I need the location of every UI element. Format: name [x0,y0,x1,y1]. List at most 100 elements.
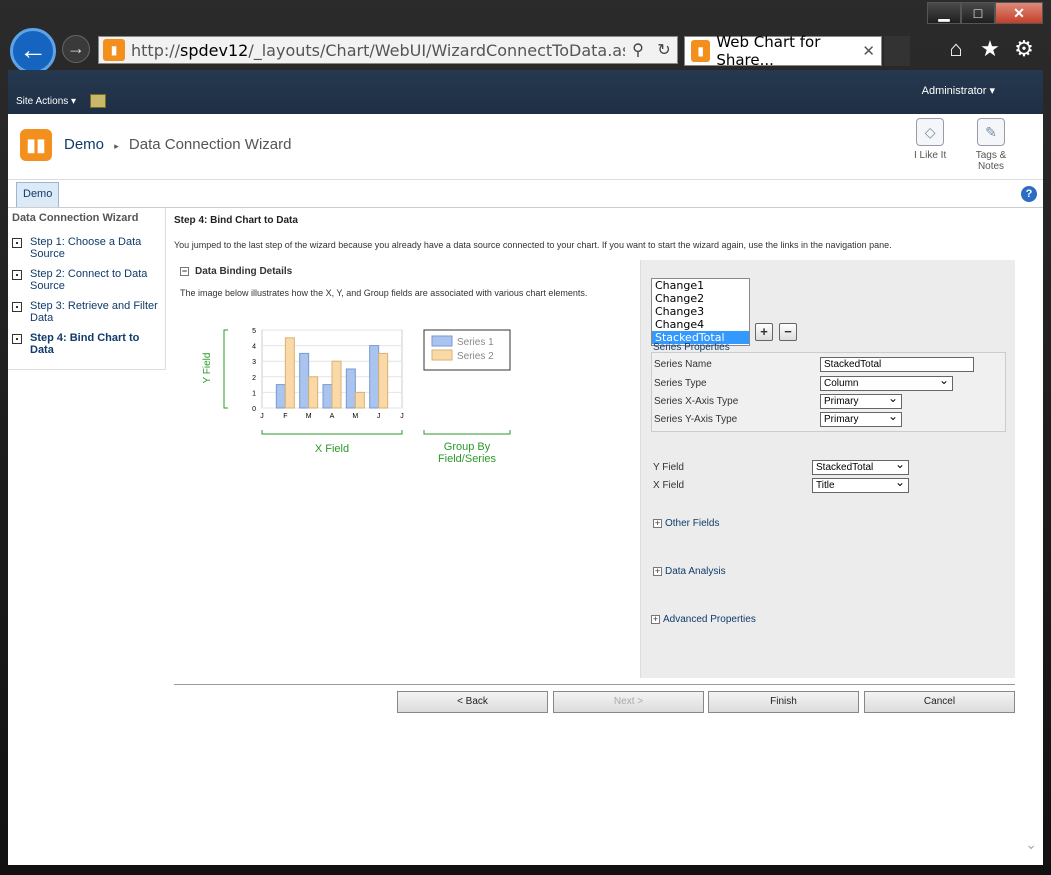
favorites-star-icon[interactable]: ★ [977,36,1003,62]
close-window-button[interactable]: ✕ [995,2,1043,24]
breadcrumb: Demo ▸ Data Connection Wizard [64,136,291,153]
browser-toolbar: ⌂ ★ ⚙ [943,36,1037,62]
nav-step-3-label: Step 3: Retrieve and Filter Data [30,300,158,324]
binding-details-panel: − Data Binding Details The image below i… [174,260,640,678]
xaxis-type-select[interactable]: Primary [820,391,902,409]
image-description: The image below illustrates how the X, Y… [180,288,588,298]
y-field-select-label: Y Field [653,462,684,473]
y-tick-label: 3 [252,359,256,366]
site-logo-icon[interactable]: ▮▮ [20,129,52,161]
series-list-item[interactable]: Change1 [652,279,749,292]
wizard-nav: Data Connection Wizard Step 1: Choose a … [8,208,166,370]
page-title: Data Connection Wizard [128,136,292,153]
wizard-nav-heading: Data Connection Wizard [12,212,139,224]
group-by-label-line2: Field/Series [438,453,497,465]
add-series-button[interactable]: + [755,323,773,341]
url-text[interactable]: http://spdev12/_layouts/Chart/WebUI/Wiza… [131,41,625,60]
maximize-button[interactable]: □ [961,2,995,24]
navigate-up-icon[interactable] [90,94,106,108]
y-tick-label: 5 [252,328,256,335]
nav-step-4-label: Step 4: Bind Chart to Data [30,332,140,356]
refresh-icon[interactable]: ↻ [651,40,677,60]
advanced-properties-expander[interactable]: + Advanced Properties [651,614,756,625]
y-tick-label: 2 [252,375,256,382]
bar-series1 [345,368,356,409]
site-actions-menu[interactable]: Site Actions ▾ [16,96,76,107]
y-tick-label: 1 [252,390,256,397]
browser-window: ▁ □ ✕ ← → ▮ http://spdev12/_layouts/Char… [0,0,1051,875]
tab-favicon-icon: ▮ [691,40,711,62]
tab-close-icon[interactable]: ✕ [862,42,875,60]
bar-series1 [369,345,380,409]
back-arrow-icon[interactable]: ← [10,28,56,74]
bullet-icon [12,334,22,344]
legend-series2-label: Series 2 [457,351,494,362]
x-tick-label: F [283,413,287,420]
x-field-select[interactable]: Title [812,475,909,493]
nav-step-1[interactable]: Step 1: Choose a Data Source [8,234,165,266]
series-list-item[interactable]: Change2 [652,292,749,305]
minimize-button[interactable]: ▁ [927,2,961,24]
like-label: I Like It [914,150,947,161]
user-menu[interactable]: Administrator ▾ [922,84,995,97]
yaxis-type-select[interactable]: Primary [820,409,902,427]
other-fields-label: Other Fields [665,518,720,529]
legend-swatch-series2 [431,349,453,361]
x-field-select-label: X Field [653,480,685,491]
series-type-select[interactable]: Column [820,373,953,391]
forward-arrow-icon[interactable]: → [62,35,90,63]
tab-title: Web Chart for Share... [716,33,821,69]
address-bar[interactable]: ▮ http://spdev12/_layouts/Chart/WebUI/Wi… [98,36,678,64]
search-icon[interactable]: ⚲ [625,40,651,60]
page-content: Site Actions ▾ Administrator ▾ ▮▮ Demo ▸… [8,70,1043,865]
series-list-item[interactable]: Change3 [652,305,749,318]
bar-series2 [284,337,295,409]
scroll-down-icon[interactable]: ⌄ [1025,836,1037,853]
series-properties-box: Series Name StackedTotal Series Type Col… [651,352,1006,432]
data-analysis-expander[interactable]: + Data Analysis [653,566,726,577]
x-field-label: X Field [315,443,349,455]
expand-icon: + [651,614,660,624]
like-tag-icon: ◇ [916,118,945,146]
back-button[interactable]: < Back [397,691,548,713]
next-button[interactable]: Next > [553,691,704,713]
wizard-main: Step 4: Bind Chart to Data You jumped to… [174,208,1015,828]
top-nav: Demo ? [8,180,1043,208]
finish-button[interactable]: Finish [708,691,859,713]
expand-icon: + [653,566,662,576]
bar-series1 [275,384,286,409]
tags-notes-icon: ✎ [977,118,1005,146]
collapse-icon[interactable]: − [180,267,189,276]
jumped-notice: You jumped to the last step of the wizar… [174,240,892,250]
breadcrumb-site-link[interactable]: Demo [64,136,104,153]
yaxis-type-label: Series Y-Axis Type [654,414,738,425]
help-icon[interactable]: ? [1021,186,1037,202]
tab-demo[interactable]: Demo [16,182,60,207]
browser-tab[interactable]: ▮ Web Chart for Share... ✕ [684,33,882,69]
group-by-label-line1: Group By [444,441,491,453]
window-controls: ▁ □ ✕ [927,2,1043,24]
binding-details-header[interactable]: − Data Binding Details [180,266,292,277]
series-list-item[interactable]: Change4 [652,318,749,331]
series-listbox[interactable]: Change1 Change2 Change3 Change4 StackedTotal [651,278,750,346]
legend-series1-label: Series 1 [457,337,494,348]
series-name-input[interactable]: StackedTotal [820,357,974,372]
binding-details-title: Data Binding Details [195,266,293,277]
breadcrumb-separator-icon: ▸ [114,141,119,151]
tags-notes-button[interactable]: ✎ Tags & Notes [973,118,1009,172]
y-field-bracket [223,329,228,409]
bar-series1 [299,352,310,409]
settings-gear-icon[interactable]: ⚙ [1011,36,1037,62]
y-field-select[interactable]: StackedTotal [812,457,909,475]
nav-step-3[interactable]: Step 3: Retrieve and Filter Data [8,298,165,330]
i-like-it-button[interactable]: ◇ I Like It [914,118,946,161]
nav-step-4[interactable]: Step 4: Bind Chart to Data [8,330,165,362]
nav-step-2[interactable]: Step 2: Connect to Data Source [8,266,165,298]
cancel-button[interactable]: Cancel [864,691,1015,713]
bar-series2 [354,391,365,409]
other-fields-expander[interactable]: + Other Fields [653,518,719,529]
new-tab-button[interactable] [884,36,910,66]
home-icon[interactable]: ⌂ [943,36,969,62]
divider [174,684,1015,685]
remove-series-button[interactable]: − [779,323,797,341]
